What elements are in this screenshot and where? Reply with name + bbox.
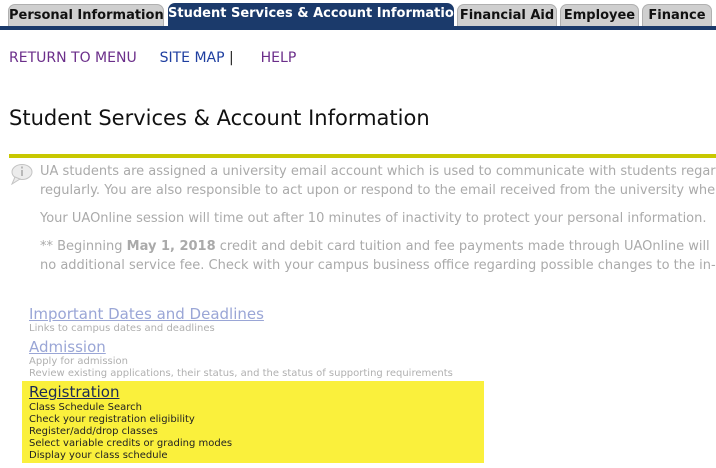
info-payment-date: May 1, 2018 — [126, 239, 216, 254]
return-to-menu-link[interactable]: RETURN TO MENU — [9, 50, 137, 66]
admission-link[interactable]: Admission — [29, 339, 453, 356]
registration-item-variable-credits: Select variable credits or grading modes — [29, 438, 233, 449]
info-email-line2: regularly. You are also responsible to a… — [40, 183, 716, 198]
info-email-line1: UA students are assigned a university em… — [40, 164, 716, 179]
site-map-link[interactable]: SITE MAP — [160, 50, 225, 66]
info-payment-line2: no additional service fee. Check with yo… — [40, 258, 716, 273]
tab-employee[interactable]: Employee — [560, 4, 639, 27]
top-links: RETURN TO MENU SITE MAP | HELP — [9, 50, 296, 66]
tab-baseline — [0, 26, 716, 30]
info-payment-suffix: credit and debit card tuition and fee pa… — [215, 239, 710, 254]
tab-student-services[interactable]: Student Services & Account Information — [168, 3, 463, 28]
link-separator: | — [229, 50, 234, 66]
registration-link[interactable]: Registration — [29, 384, 119, 401]
info-icon — [11, 164, 33, 185]
page: Personal Information Student Services & … — [0, 0, 716, 468]
registration-item-check-eligibility: Check your registration eligibility — [29, 414, 195, 425]
tab-personal-information[interactable]: Personal Information — [8, 4, 164, 27]
info-payment-prefix: ** Beginning — [40, 239, 127, 254]
admission-desc-apply: Apply for admission — [29, 356, 128, 367]
tab-finance[interactable]: Finance — [642, 4, 712, 27]
page-title: Student Services & Account Information — [9, 106, 430, 130]
info-timeout: Your UAOnline session will time out afte… — [40, 211, 707, 226]
important-dates-link[interactable]: Important Dates and Deadlines — [29, 306, 264, 323]
menu-admission: Admission Apply for admission Review exi… — [29, 339, 453, 380]
tab-financial-aid[interactable]: Financial Aid — [457, 4, 557, 27]
info-payment-line1: ** Beginning May 1, 2018 credit and debi… — [40, 237, 710, 256]
menu-important-dates: Important Dates and Deadlines Links to c… — [29, 306, 264, 335]
registration-item-register-add-drop: Register/add/drop classes — [29, 426, 158, 437]
tab-bar: Personal Information Student Services & … — [0, 0, 716, 30]
help-link[interactable]: HELP — [261, 50, 297, 66]
registration-item-class-schedule-search: Class Schedule Search — [29, 402, 142, 413]
important-dates-desc: Links to campus dates and deadlines — [29, 323, 215, 334]
registration-item-display-schedule: Display your class schedule — [29, 450, 168, 461]
title-rule — [9, 154, 716, 158]
admission-desc-review: Review existing applications, their stat… — [29, 368, 453, 379]
